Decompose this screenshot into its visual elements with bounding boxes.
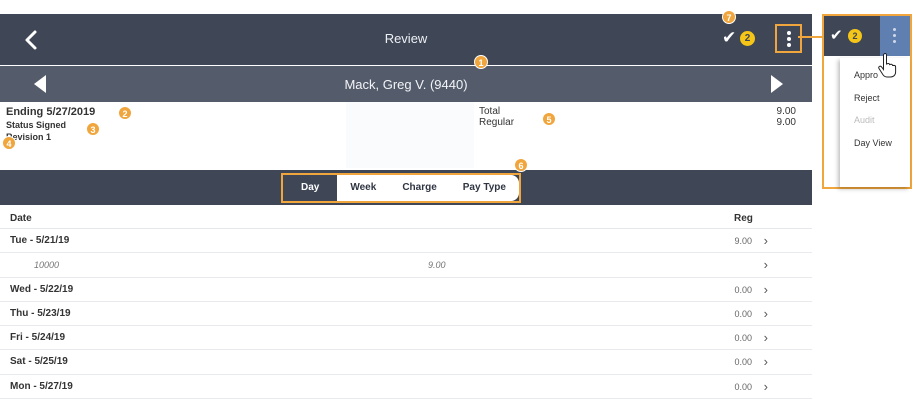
- chevron-right-icon: ›: [763, 354, 768, 370]
- chevron-right-icon: ›: [763, 330, 768, 346]
- more-options-button[interactable]: [775, 24, 802, 53]
- tab-day[interactable]: Day: [283, 175, 338, 201]
- regular-value: 9.00: [776, 117, 796, 128]
- checkmark-icon: ✔: [722, 28, 737, 47]
- row-date: Mon - 5/27/19: [10, 380, 73, 392]
- callout-badge: 1: [474, 55, 488, 69]
- column-reg: Reg: [734, 213, 753, 224]
- view-tab-bar: Day Week Charge Pay Type: [0, 170, 812, 205]
- table-row[interactable]: Fri - 5/24/19 0.00 ›: [0, 326, 812, 351]
- table-row[interactable]: Mon - 5/27/19 0.00 ›: [0, 375, 812, 400]
- tab-pay-type[interactable]: Pay Type: [449, 175, 519, 201]
- row-date: Thu - 5/23/19: [10, 307, 71, 319]
- chevron-right-icon: ›: [763, 233, 768, 248]
- review-screen: Review ✔ 2 Mack, Greg V. (9440) Ending 5…: [0, 0, 812, 418]
- callout-badge: 2: [118, 106, 132, 120]
- popup-approve-count: 2: [848, 29, 862, 43]
- callout-badge: 5: [542, 112, 556, 126]
- top-bar: Review ✔ 2: [0, 14, 812, 65]
- table-row[interactable]: Tue - 5/21/19 9.00 ›: [0, 229, 812, 254]
- approve-count-badge: 2: [740, 31, 755, 46]
- popup-header: ✔ 2: [824, 16, 910, 56]
- employee-name: Mack, Greg V. (9440): [344, 77, 468, 92]
- view-tabs: Day Week Charge Pay Type: [281, 173, 521, 203]
- menu-audit: Audit: [854, 115, 875, 125]
- callout-badge: 7: [722, 10, 736, 24]
- table-row[interactable]: Wed - 5/22/19 0.00 ›: [0, 278, 812, 302]
- row-reg: 0.00: [734, 357, 752, 368]
- chevron-right-icon: ›: [763, 378, 768, 394]
- table-sub-row[interactable]: 10000 9.00 ›: [0, 253, 812, 278]
- employee-bar: Mack, Greg V. (9440): [0, 66, 812, 102]
- summary-divider: [346, 102, 474, 168]
- approve-all-button[interactable]: ✔: [722, 28, 736, 48]
- regular-label: Regular: [479, 117, 515, 128]
- callout-badge: 3: [86, 122, 100, 136]
- revision-text: Revision 1: [6, 132, 52, 142]
- menu-approve[interactable]: Appro: [854, 70, 878, 80]
- tab-charge[interactable]: Charge: [389, 175, 450, 201]
- total-value: 9.00: [776, 106, 796, 117]
- callout-connector: [798, 36, 822, 38]
- row-date: Fri - 5/24/19: [10, 332, 66, 344]
- row-reg: 0.00: [734, 381, 752, 392]
- row-date: Tue - 5/21/19: [10, 235, 70, 246]
- day-table: Date Reg Tue - 5/21/19 9.00 › 10000 9.00…: [0, 208, 812, 400]
- status-text: Status Signed: [6, 120, 67, 130]
- checkmark-icon[interactable]: ✔: [830, 26, 843, 44]
- menu-day-view[interactable]: Day View: [854, 138, 892, 148]
- row-reg: 0.00: [734, 333, 752, 344]
- kebab-icon: [787, 31, 791, 35]
- table-row[interactable]: Sat - 5/25/19 0.00 ›: [0, 350, 812, 375]
- charge-code: 10000: [34, 260, 60, 271]
- more-options-popup: ✔ 2 Appro Reject Audit Day View: [822, 14, 912, 189]
- callout-badge: 4: [2, 136, 16, 150]
- column-date: Date: [10, 213, 32, 224]
- hand-cursor-icon: [878, 52, 897, 78]
- tab-week[interactable]: Week: [337, 175, 390, 201]
- callout-badge: 6: [514, 158, 528, 172]
- table-header: Date Reg: [0, 208, 812, 229]
- menu-reject[interactable]: Reject: [854, 93, 880, 103]
- options-menu: Appro Reject Audit Day View: [840, 58, 910, 187]
- kebab-icon: [893, 28, 896, 31]
- row-reg: 9.00: [734, 236, 752, 246]
- popup-kebab-button[interactable]: [880, 16, 910, 56]
- row-reg: 0.00: [734, 284, 752, 295]
- period-ending: Ending 5/27/2019: [6, 106, 96, 118]
- row-reg: 0.00: [734, 308, 752, 319]
- chevron-right-icon: ›: [763, 281, 768, 297]
- chevron-right-icon: ›: [763, 257, 768, 273]
- row-date: Sat - 5/25/19: [10, 356, 68, 368]
- chevron-right-icon: ›: [763, 305, 768, 321]
- total-label: Total: [479, 106, 501, 117]
- charge-hours: 9.00: [428, 260, 446, 271]
- page-title: Review: [384, 31, 428, 46]
- table-row[interactable]: Thu - 5/23/19 0.00 ›: [0, 302, 812, 327]
- next-employee-button[interactable]: [771, 75, 783, 93]
- row-date: Wed - 5/22/19: [10, 283, 74, 295]
